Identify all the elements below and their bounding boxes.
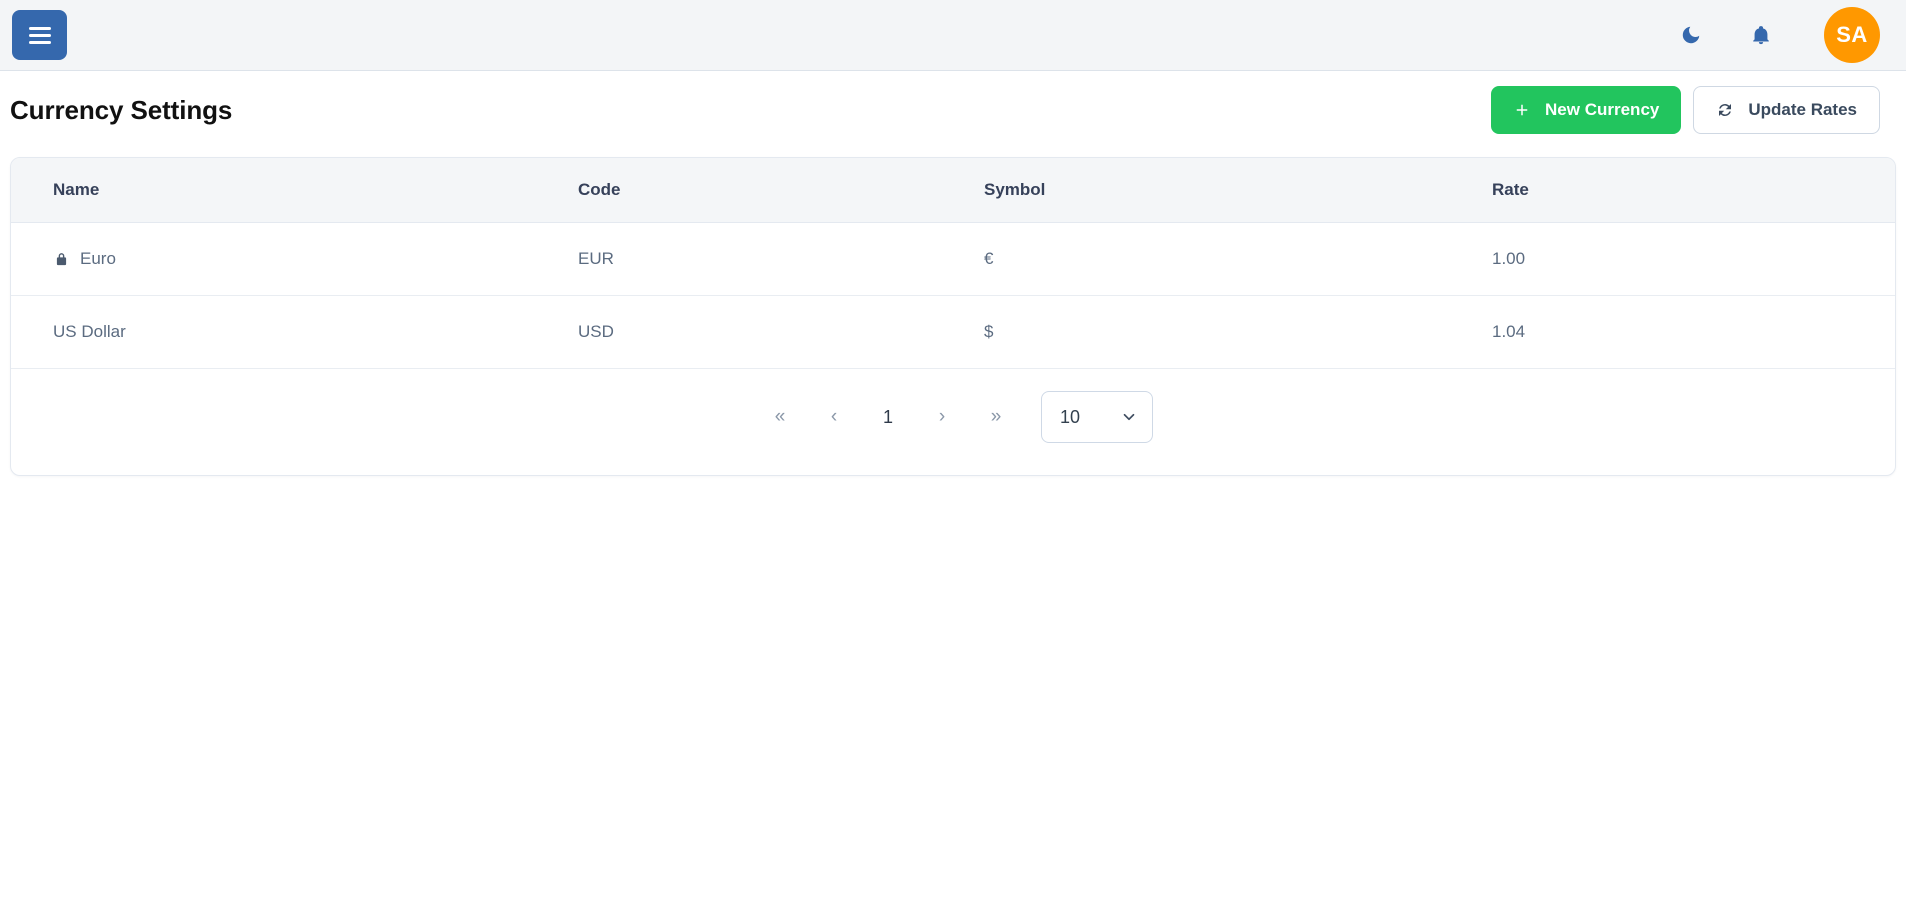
table-row[interactable]: US Dollar USD $ 1.04: [11, 296, 1895, 369]
lock-icon: [53, 251, 70, 268]
currency-name: US Dollar: [53, 322, 126, 342]
cell-code: USD: [577, 296, 983, 369]
next-page-button[interactable]: ›: [915, 400, 969, 434]
chevron-down-icon: [1120, 408, 1138, 426]
column-header-symbol[interactable]: Symbol: [983, 158, 1491, 223]
hamburger-menu-icon: [29, 23, 51, 48]
moon-icon: [1680, 24, 1702, 46]
page-size-value: 10: [1060, 407, 1080, 428]
page-actions: New Currency Update Rates: [1491, 86, 1880, 134]
avatar[interactable]: SA: [1824, 7, 1880, 63]
new-currency-label: New Currency: [1545, 100, 1659, 120]
cell-name: Euro: [11, 223, 577, 296]
update-rates-label: Update Rates: [1748, 100, 1857, 120]
cell-rate: 1.00: [1491, 223, 1895, 296]
column-header-code[interactable]: Code: [577, 158, 983, 223]
table-row[interactable]: Euro EUR € 1.00: [11, 223, 1895, 296]
last-page-button[interactable]: »: [969, 400, 1023, 434]
theme-toggle-button[interactable]: [1678, 22, 1704, 48]
new-currency-button[interactable]: New Currency: [1491, 86, 1681, 134]
topbar: SA: [0, 0, 1906, 71]
plus-icon: [1513, 101, 1531, 119]
pagination: « ‹ 1 › » 10: [11, 369, 1895, 475]
refresh-icon: [1716, 101, 1734, 119]
bell-icon: [1750, 24, 1772, 46]
table-body: Euro EUR € 1.00 US Dollar USD $ 1.04: [11, 223, 1895, 369]
notifications-button[interactable]: [1748, 22, 1774, 48]
currency-table: Name Code Symbol Rate Euro: [11, 158, 1895, 369]
page-header: Currency Settings New Currency Update Ra…: [0, 71, 1906, 149]
page-title: Currency Settings: [10, 95, 232, 126]
currency-table-card: Name Code Symbol Rate Euro: [10, 157, 1896, 476]
update-rates-button[interactable]: Update Rates: [1693, 86, 1880, 134]
table-head: Name Code Symbol Rate: [11, 158, 1895, 223]
cell-rate: 1.04: [1491, 296, 1895, 369]
cell-symbol: €: [983, 223, 1491, 296]
table-header-row: Name Code Symbol Rate: [11, 158, 1895, 223]
topbar-actions: SA: [1678, 7, 1880, 63]
cell-code: EUR: [577, 223, 983, 296]
cell-name: US Dollar: [11, 296, 577, 369]
currency-name: Euro: [80, 249, 116, 269]
column-header-rate[interactable]: Rate: [1491, 158, 1895, 223]
page-size-select[interactable]: 10: [1041, 391, 1153, 443]
column-header-name[interactable]: Name: [11, 158, 577, 223]
avatar-initials: SA: [1836, 22, 1868, 48]
first-page-button[interactable]: «: [753, 400, 807, 434]
prev-page-button[interactable]: ‹: [807, 400, 861, 434]
sidebar-toggle-button[interactable]: [12, 10, 67, 60]
cell-symbol: $: [983, 296, 1491, 369]
page-number-1[interactable]: 1: [861, 400, 915, 434]
